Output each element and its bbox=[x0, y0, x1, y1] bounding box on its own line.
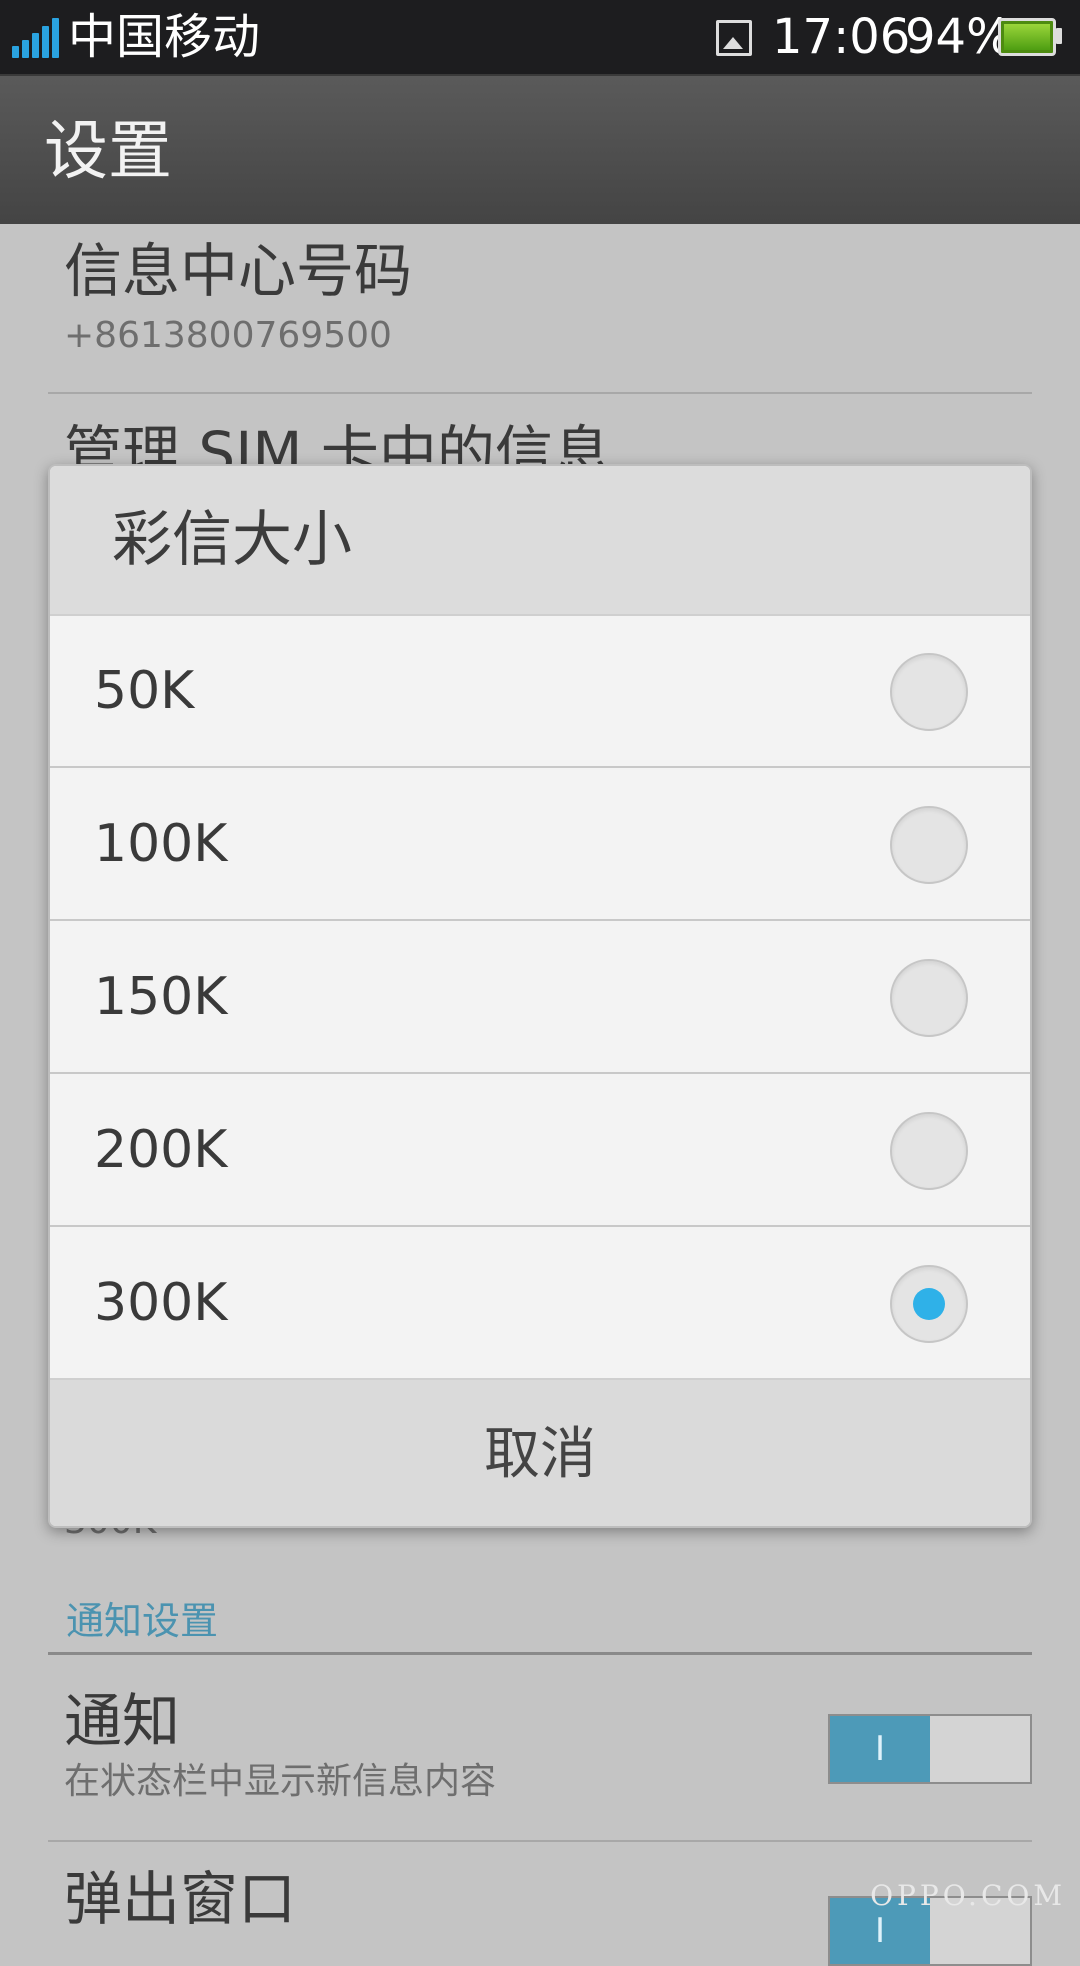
option-label: 200K bbox=[94, 1120, 228, 1180]
action-bar: 设置 bbox=[0, 76, 1080, 224]
option-label: 100K bbox=[94, 814, 228, 874]
radio-button[interactable] bbox=[890, 959, 968, 1037]
toggle-on-indicator: I bbox=[830, 1716, 930, 1782]
image-notification-icon bbox=[716, 20, 752, 56]
message-center-number-title: 信息中心号码 bbox=[64, 237, 413, 305]
section-divider bbox=[48, 1652, 1032, 1655]
mms-size-dialog: 彩信大小 50K 100K 150K 200K 300K 取消 bbox=[48, 464, 1032, 1528]
notification-toggle[interactable]: I bbox=[828, 1714, 1032, 1784]
option-200k[interactable]: 200K bbox=[50, 1075, 1030, 1227]
notification-item[interactable]: 通知 在状态栏中显示新信息内容 bbox=[64, 1686, 496, 1804]
battery-percentage: 94% bbox=[905, 9, 1012, 65]
dialog-header: 彩信大小 bbox=[50, 466, 1030, 616]
notification-settings-header: 通知设置 bbox=[66, 1599, 219, 1643]
option-100k[interactable]: 100K bbox=[50, 769, 1030, 921]
option-label: 50K bbox=[94, 661, 195, 721]
carrier-name: 中国移动 bbox=[68, 9, 261, 65]
signal-icon bbox=[12, 18, 62, 58]
list-divider bbox=[48, 1840, 1032, 1842]
watermark: OPPO.COM bbox=[870, 1879, 1066, 1912]
clock: 17:06 bbox=[772, 9, 911, 65]
radio-button[interactable] bbox=[890, 806, 968, 884]
radio-button[interactable] bbox=[890, 653, 968, 731]
popup-window-item[interactable]: 弹出窗口 bbox=[64, 1864, 296, 1934]
notification-title: 通知 bbox=[64, 1687, 181, 1755]
page-title: 设置 bbox=[44, 115, 172, 189]
message-center-number-value: +8613800769500 bbox=[64, 315, 392, 356]
dialog-title: 彩信大小 bbox=[112, 505, 352, 575]
notification-subtitle: 在状态栏中显示新信息内容 bbox=[64, 1761, 497, 1802]
dialog-footer: 取消 bbox=[50, 1378, 1030, 1526]
option-label: 300K bbox=[94, 1273, 228, 1333]
battery-icon bbox=[998, 18, 1056, 56]
battery-tip bbox=[1056, 28, 1062, 44]
option-150k[interactable]: 150K bbox=[50, 922, 1030, 1074]
option-50k[interactable]: 50K bbox=[50, 616, 1030, 768]
option-300k[interactable]: 300K bbox=[50, 1228, 1030, 1380]
cancel-button[interactable]: 取消 bbox=[50, 1420, 1030, 1490]
list-divider bbox=[48, 392, 1032, 394]
option-label: 150K bbox=[94, 967, 228, 1027]
radio-button[interactable] bbox=[890, 1112, 968, 1190]
popup-window-title: 弹出窗口 bbox=[64, 1865, 297, 1933]
radio-button-selected[interactable] bbox=[890, 1265, 968, 1343]
message-center-number-item[interactable]: 信息中心号码 +8613800769500 bbox=[64, 236, 412, 358]
status-bar: 中国移动 17:06 94% bbox=[0, 0, 1080, 76]
